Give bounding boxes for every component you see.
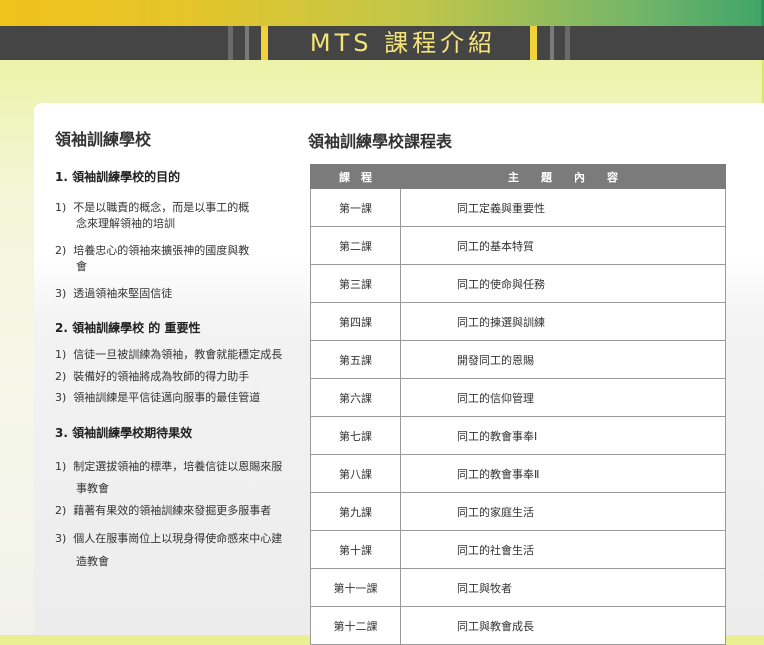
topic-cell: 同工的教會事奉Ⅰ (400, 416, 726, 455)
list-item: 1) 制定選拔領袖的標準，培養信徒以恩賜來服 事教會 (55, 460, 283, 495)
table-row: 第十二課 同工與教會成長 (310, 606, 726, 645)
lesson-cell: 第十二課 (310, 606, 401, 645)
section-title-purpose: 1. 領袖訓練學校的目的 (55, 170, 181, 184)
lesson-cell: 第三課 (310, 264, 401, 303)
lesson-cell: 第四課 (310, 302, 401, 341)
table-row: 第五課 開發同工的恩賜 (310, 340, 726, 379)
topic-cell: 同工的教會事奉Ⅱ (400, 454, 726, 493)
left-heading: 領袖訓練學校 (55, 130, 152, 149)
table-row: 第八課 同工的教會事奉Ⅱ (310, 454, 726, 493)
table-row: 第二課 同工的基本特質 (310, 226, 726, 265)
schedule-heading: 領袖訓練學校課程表 (308, 132, 453, 151)
topic-cell: 同工與教會成長 (400, 606, 726, 645)
table-row: 第九課 同工的家庭生活 (310, 492, 726, 531)
top-gradient-bar (0, 0, 764, 26)
table-header-row: 課 程 主 題 內 容 (310, 164, 726, 189)
table-row: 第七課 同工的教會事奉Ⅰ (310, 416, 726, 455)
lesson-cell: 第十一課 (310, 568, 401, 607)
topic-cell: 同工與牧者 (400, 568, 726, 607)
table-row: 第十一課 同工與牧者 (310, 568, 726, 607)
topic-cell: 同工的基本特質 (400, 226, 726, 265)
topic-cell: 同工的揀選與訓練 (400, 302, 726, 341)
topic-cell: 同工的家庭生活 (400, 492, 726, 531)
table-row: 第四課 同工的揀選與訓練 (310, 302, 726, 341)
table-row: 第六課 同工的信仰管理 (310, 378, 726, 417)
list-item: 2) 培養忠心的領袖來擴張神的國度與教 會 (55, 244, 250, 273)
list-item: 2) 藉著有果效的領袖訓練來發掘更多服事者 (55, 504, 272, 517)
list-item: 3) 透過領袖來堅固信徒 (55, 287, 173, 300)
column-header-lesson: 課 程 (310, 164, 401, 189)
course-schedule-table: 課 程 主 題 內 容 第一課 同工定義與重要性 第二課 同工的基本特質 第三課 同工… (310, 164, 726, 645)
section-title-importance: 2. 領袖訓練學校 的 重要性 (55, 321, 201, 335)
topic-cell: 同工的社會生活 (400, 530, 726, 569)
table-row: 第一課 同工定義與重要性 (310, 188, 726, 227)
lesson-cell: 第五課 (310, 340, 401, 379)
lesson-cell: 第二課 (310, 226, 401, 265)
page-title: MTS 課程介紹 (309, 29, 497, 57)
list-item: 2) 裝備好的領袖將成為牧師的得力助手 (55, 370, 250, 383)
list-item: 3) 個人在服事崗位上以現身得使命感來中心建 造教會 (55, 532, 283, 568)
table-row: 第三課 同工的使命與任務 (310, 264, 726, 303)
list-item: 1) 不是以職責的概念，而是以事工的概 念來理解領袖的培訓 (55, 201, 250, 230)
list-item: 1) 信徒一旦被訓練為領袖，教會就能穩定成長 (55, 348, 283, 361)
section-title-outcomes: 3. 領袖訓練學校期待果效 (55, 426, 193, 440)
column-header-topic: 主 題 內 容 (400, 164, 726, 189)
table-row: 第十課 同工的社會生活 (310, 530, 726, 569)
lesson-cell: 第九課 (310, 492, 401, 531)
list-item: 3) 領袖訓練是平信徒邁向服事的最佳管道 (55, 391, 261, 404)
lesson-cell: 第一課 (310, 188, 401, 227)
lesson-cell: 第八課 (310, 454, 401, 493)
topic-cell: 開發同工的恩賜 (400, 340, 726, 379)
lesson-cell: 第六課 (310, 378, 401, 417)
topic-cell: 同工定義與重要性 (400, 188, 726, 227)
topic-cell: 同工的信仰管理 (400, 378, 726, 417)
lesson-cell: 第七課 (310, 416, 401, 455)
topic-cell: 同工的使命與任務 (400, 264, 726, 303)
lesson-cell: 第十課 (310, 530, 401, 569)
